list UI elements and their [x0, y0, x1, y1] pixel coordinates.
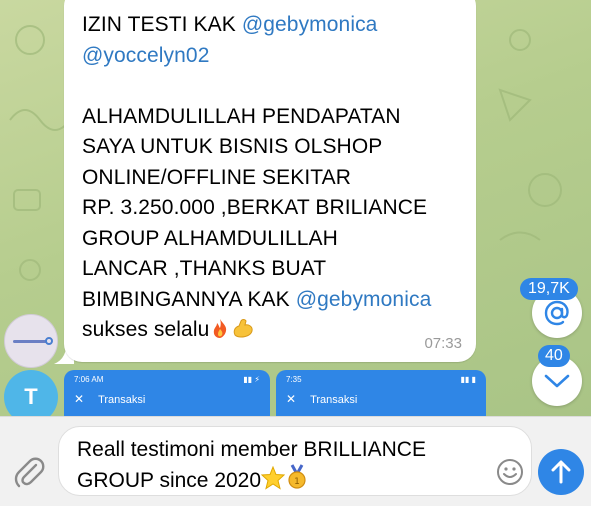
message-text: IZIN TESTI KAK @gebymonica @yoccelyn02 A… [82, 10, 470, 346]
media-thumbnail[interactable]: 7:35 ▮▮ ▮ ✕ Transaksi [276, 370, 486, 416]
mentions-count-badge: 19,7K [520, 278, 578, 300]
mention-link[interactable]: @yoccelyn02 [82, 44, 209, 67]
thumb-status-icons: ▮▮ ▮ [460, 375, 476, 384]
message-line: LANCAR ,THANKS BUAT [82, 257, 327, 280]
media-album[interactable]: 7:06 AM ▮▮ ⚡ ✕ Transaksi 7:35 ▮▮ ▮ ✕ Trans… [64, 370, 486, 416]
message-timestamp: 07:33 [424, 335, 462, 352]
message-bubble[interactable]: IZIN TESTI KAK @gebymonica @yoccelyn02 A… [64, 0, 476, 362]
fire-icon [214, 319, 227, 338]
message-input-text[interactable]: Reall testimoni member BRILLIANCE GROUP … [77, 435, 477, 495]
media-thumbnail[interactable]: 7:06 AM ▮▮ ⚡ ✕ Transaksi [64, 370, 270, 416]
mention-link[interactable]: @gebymonica [296, 288, 432, 311]
mention-link[interactable]: @gebymonica [242, 13, 378, 36]
message-line: ONLINE/OFFLINE SEKITAR [82, 165, 352, 189]
send-button[interactable] [538, 449, 584, 495]
close-icon: ✕ [74, 392, 85, 406]
thumb-status-time: 7:06 AM [74, 375, 104, 384]
thumb-title: Transaksi [310, 394, 358, 406]
thumb-appbar: ✕ Transaksi [74, 392, 145, 406]
svg-text:1: 1 [294, 477, 300, 487]
thumb-status-icons: ▮▮ ⚡ [243, 375, 260, 384]
close-icon: ✕ [286, 392, 297, 406]
unread-count-badge: 40 [538, 345, 570, 367]
message-line: ALHAMDULILLAH PENDAPATAN [82, 104, 401, 128]
message-line: IZIN TESTI KAK [82, 13, 242, 36]
message-line: RP. 3.250.000 ,BERKAT BRILIANCE [82, 196, 428, 219]
sender-avatar-image[interactable] [4, 314, 58, 368]
message-line: GROUP ALHAMDULILLAH [82, 226, 338, 250]
thumb-title: Transaksi [98, 394, 146, 406]
smiley-icon[interactable] [496, 458, 524, 486]
message-line: SAYA UNTUK BISNIS OLSHOP [82, 135, 383, 158]
input-line: Reall testimoni member BRILLIANCE [77, 438, 426, 461]
medal-icon: 1 [288, 464, 306, 489]
message-line: BIMBINGANNYA KAK [82, 287, 296, 311]
flexed-biceps-icon [234, 319, 254, 338]
paperclip-icon[interactable] [12, 455, 46, 489]
chevron-down-icon [544, 374, 570, 388]
at-sign-icon [544, 300, 569, 326]
avatar-graphic [13, 340, 47, 343]
avatar-graphic-dot [45, 337, 53, 345]
star-icon [261, 466, 286, 490]
message-input[interactable]: Reall testimoni member BRILLIANCE GROUP … [58, 426, 532, 496]
input-line: GROUP since 2020 [77, 469, 262, 492]
thumb-appbar: ✕ Transaksi [286, 392, 357, 406]
send-arrow-icon [551, 460, 571, 484]
message-line: sukses selalu [82, 318, 210, 341]
thumb-status-time: 7:35 [286, 375, 302, 384]
